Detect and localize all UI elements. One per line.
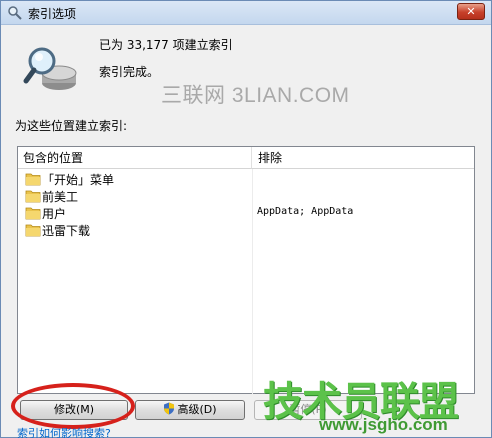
indexing-complete-text: 索引完成。 (99, 65, 160, 79)
magnifier-icon (8, 6, 22, 20)
title-bar: 索引选项 ✕ (1, 1, 491, 25)
indexed-count-text: 已为 33,177 项建立索引 (99, 38, 233, 52)
uac-shield-icon (164, 402, 175, 415)
location-name: 用户 (42, 207, 67, 221)
column-header-excluded[interactable]: 排除 (252, 147, 474, 169)
folder-icon (25, 173, 41, 186)
watermark-url: www.jsgho.com (319, 415, 448, 434)
folder-icon (25, 190, 41, 203)
locations-label: 为这些位置建立索引: (15, 119, 128, 133)
list-item[interactable]: 用户 AppData; AppData (18, 204, 474, 221)
advanced-button-label: 高级(D) (177, 403, 217, 416)
help-link[interactable]: 索引如何影响搜索? (17, 425, 111, 438)
close-icon: ✕ (466, 5, 476, 18)
close-button[interactable]: ✕ (457, 3, 485, 20)
location-name: 「开始」菜单 (42, 173, 115, 187)
location-name: 迅雷下载 (42, 224, 91, 238)
folder-icon (25, 224, 41, 237)
location-excluded: AppData; AppData (257, 206, 354, 217)
index-status-icon (23, 47, 77, 90)
list-item[interactable]: 「开始」菜单 (18, 170, 474, 187)
list-item[interactable]: 前美工 (18, 187, 474, 204)
list-item[interactable]: 迅雷下载 (18, 221, 474, 238)
watermark-3lian: 三联网 3LIAN.COM (161, 84, 350, 107)
window-title: 索引选项 (28, 7, 77, 21)
indexing-options-window: 索引选项 ✕ 已为 33,177 项建立索引 索引完成。 三联网 3LIAN.C… (0, 0, 492, 438)
indexed-locations-list[interactable]: 包含的位置 排除 「开始」菜单 前美工 用户 AppData; AppData … (17, 146, 475, 394)
folder-icon (25, 207, 41, 220)
annotation-circle (11, 383, 135, 429)
column-header-included[interactable]: 包含的位置 (18, 147, 252, 169)
advanced-button[interactable]: 高级(D) (135, 400, 245, 420)
location-name: 前美工 (42, 190, 79, 204)
